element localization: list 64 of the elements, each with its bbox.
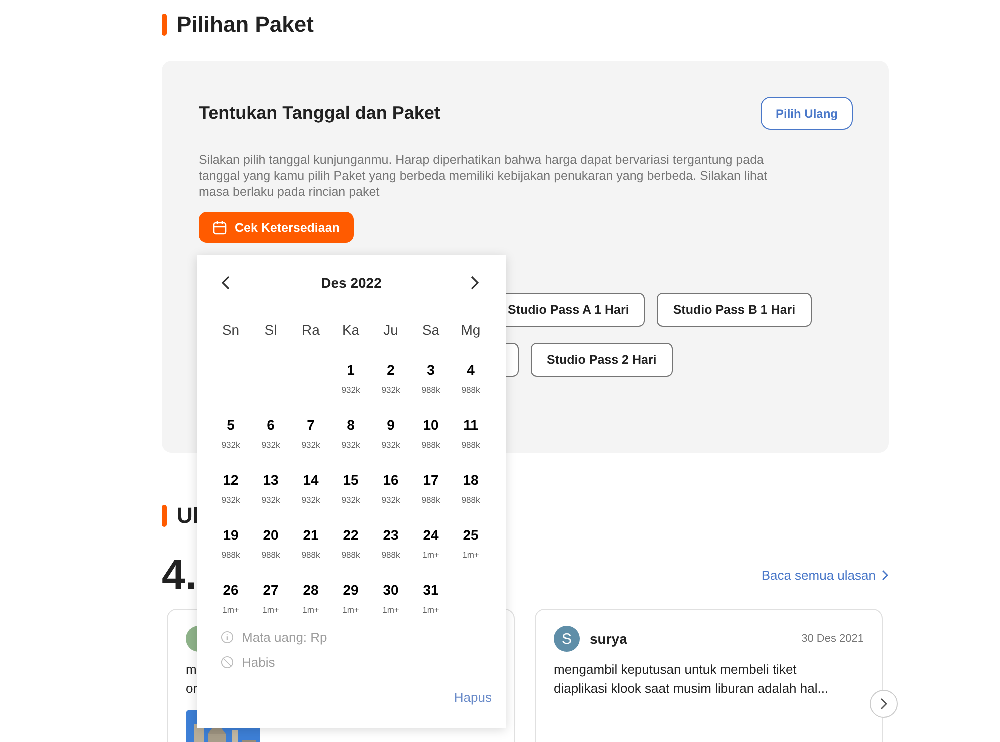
avatar: S bbox=[554, 626, 580, 652]
legend-text: Habis bbox=[242, 655, 276, 670]
calendar-day[interactable]: 15 932k bbox=[331, 468, 371, 523]
weekday-label: Ka bbox=[341, 321, 361, 340]
weekday-label: Mg bbox=[460, 321, 482, 340]
calendar-day[interactable]: 10 988k bbox=[411, 413, 451, 468]
calendar-day[interactable]: 27 1m+ bbox=[251, 578, 291, 633]
info-icon bbox=[221, 631, 234, 644]
calendar-day[interactable]: 6 932k bbox=[251, 413, 291, 468]
review-text: diaplikasi klook saat musim liburan adalah hal... bbox=[554, 680, 829, 698]
reviewer-name: surya bbox=[590, 631, 628, 647]
description-text: Silakan pilih tanggal kunjunganmu. Harap diperhatikan bahwa harga dapat bervariasi tergantung pada tanggal yang kamu pilih Paket yang berbeda memiliki kebijakan penukaran yang berbeda. Silakan lihat masa berlaku pada rincian paket bbox=[199, 152, 768, 200]
card-title: Tentukan Tanggal dan Paket bbox=[199, 103, 440, 124]
calendar-icon bbox=[213, 220, 227, 234]
chevron-right-icon bbox=[882, 570, 889, 580]
accent-bar bbox=[162, 505, 167, 527]
calendar-day[interactable]: 18 988k bbox=[451, 468, 491, 523]
review-text: or bbox=[186, 680, 198, 698]
calendar-day[interactable]: 8 932k bbox=[331, 413, 371, 468]
calendar-day[interactable]: 17 988k bbox=[411, 468, 451, 523]
legend-text: Mata uang: Rp bbox=[242, 630, 328, 645]
calendar-day[interactable]: 4 988k bbox=[451, 358, 491, 413]
package-button[interactable]: Studio Pass 2 Hari bbox=[531, 343, 673, 377]
calendar-day[interactable]: 3 988k bbox=[411, 358, 451, 413]
calendar-day[interactable]: 1 932k bbox=[331, 358, 371, 413]
weekday-label: Ra bbox=[301, 321, 321, 340]
calendar-day[interactable]: 25 1m+ bbox=[451, 523, 491, 578]
calendar-day[interactable]: 22 988k bbox=[331, 523, 371, 578]
calendar-day[interactable]: 21 988k bbox=[291, 523, 331, 578]
calendar-day[interactable]: 19 988k bbox=[211, 523, 251, 578]
calendar-day[interactable]: 30 1m+ bbox=[371, 578, 411, 633]
calendar-day[interactable]: 9 932k bbox=[371, 413, 411, 468]
calendar-day[interactable]: 26 1m+ bbox=[211, 578, 251, 633]
review-text: m bbox=[186, 661, 197, 679]
read-all-link[interactable]: Baca semua ulasan bbox=[762, 568, 889, 582]
calendar-day[interactable]: 24 1m+ bbox=[411, 523, 451, 578]
calendar-day[interactable]: 23 988k bbox=[371, 523, 411, 578]
calendar-day[interactable]: 11 988k bbox=[451, 413, 491, 468]
prohibited-icon bbox=[221, 656, 234, 669]
section-heading: Pilihan Paket bbox=[177, 12, 314, 38]
calendar-day[interactable]: 7 932k bbox=[291, 413, 331, 468]
calendar-day[interactable]: 20 988k bbox=[251, 523, 291, 578]
rating-score: 4. bbox=[162, 551, 198, 599]
month-title: Des 2022 bbox=[321, 274, 382, 290]
weekday-label: Sn bbox=[221, 321, 241, 340]
next-month-button[interactable] bbox=[470, 274, 482, 290]
accent-bar bbox=[162, 14, 167, 36]
calendar-day[interactable]: 12 932k bbox=[211, 468, 251, 523]
calendar-day[interactable]: 16 932k bbox=[371, 468, 411, 523]
calendar-day[interactable]: 2 932k bbox=[371, 358, 411, 413]
weekday-label: Sa bbox=[421, 321, 441, 340]
calendar-day[interactable]: 29 1m+ bbox=[331, 578, 371, 633]
weekday-label: Ju bbox=[382, 321, 400, 340]
weekday-label: Sl bbox=[264, 321, 278, 340]
review-text: mengambil keputusan untuk membeli tiket bbox=[554, 661, 797, 679]
review-date: 30 Des 2021 bbox=[802, 633, 864, 645]
calendar-day[interactable]: 31 1m+ bbox=[411, 578, 451, 633]
reset-button[interactable]: Pilih Ulang bbox=[760, 97, 853, 130]
chevron-right-icon bbox=[880, 698, 888, 710]
calendar-day[interactable]: 13 932k bbox=[251, 468, 291, 523]
package-button[interactable]: Studio Pass B 1 Hari bbox=[657, 293, 812, 327]
calendar-day[interactable]: 28 1m+ bbox=[291, 578, 331, 633]
calendar-day[interactable]: 5 932k bbox=[211, 413, 251, 468]
calendar-day[interactable]: 14 932k bbox=[291, 468, 331, 523]
